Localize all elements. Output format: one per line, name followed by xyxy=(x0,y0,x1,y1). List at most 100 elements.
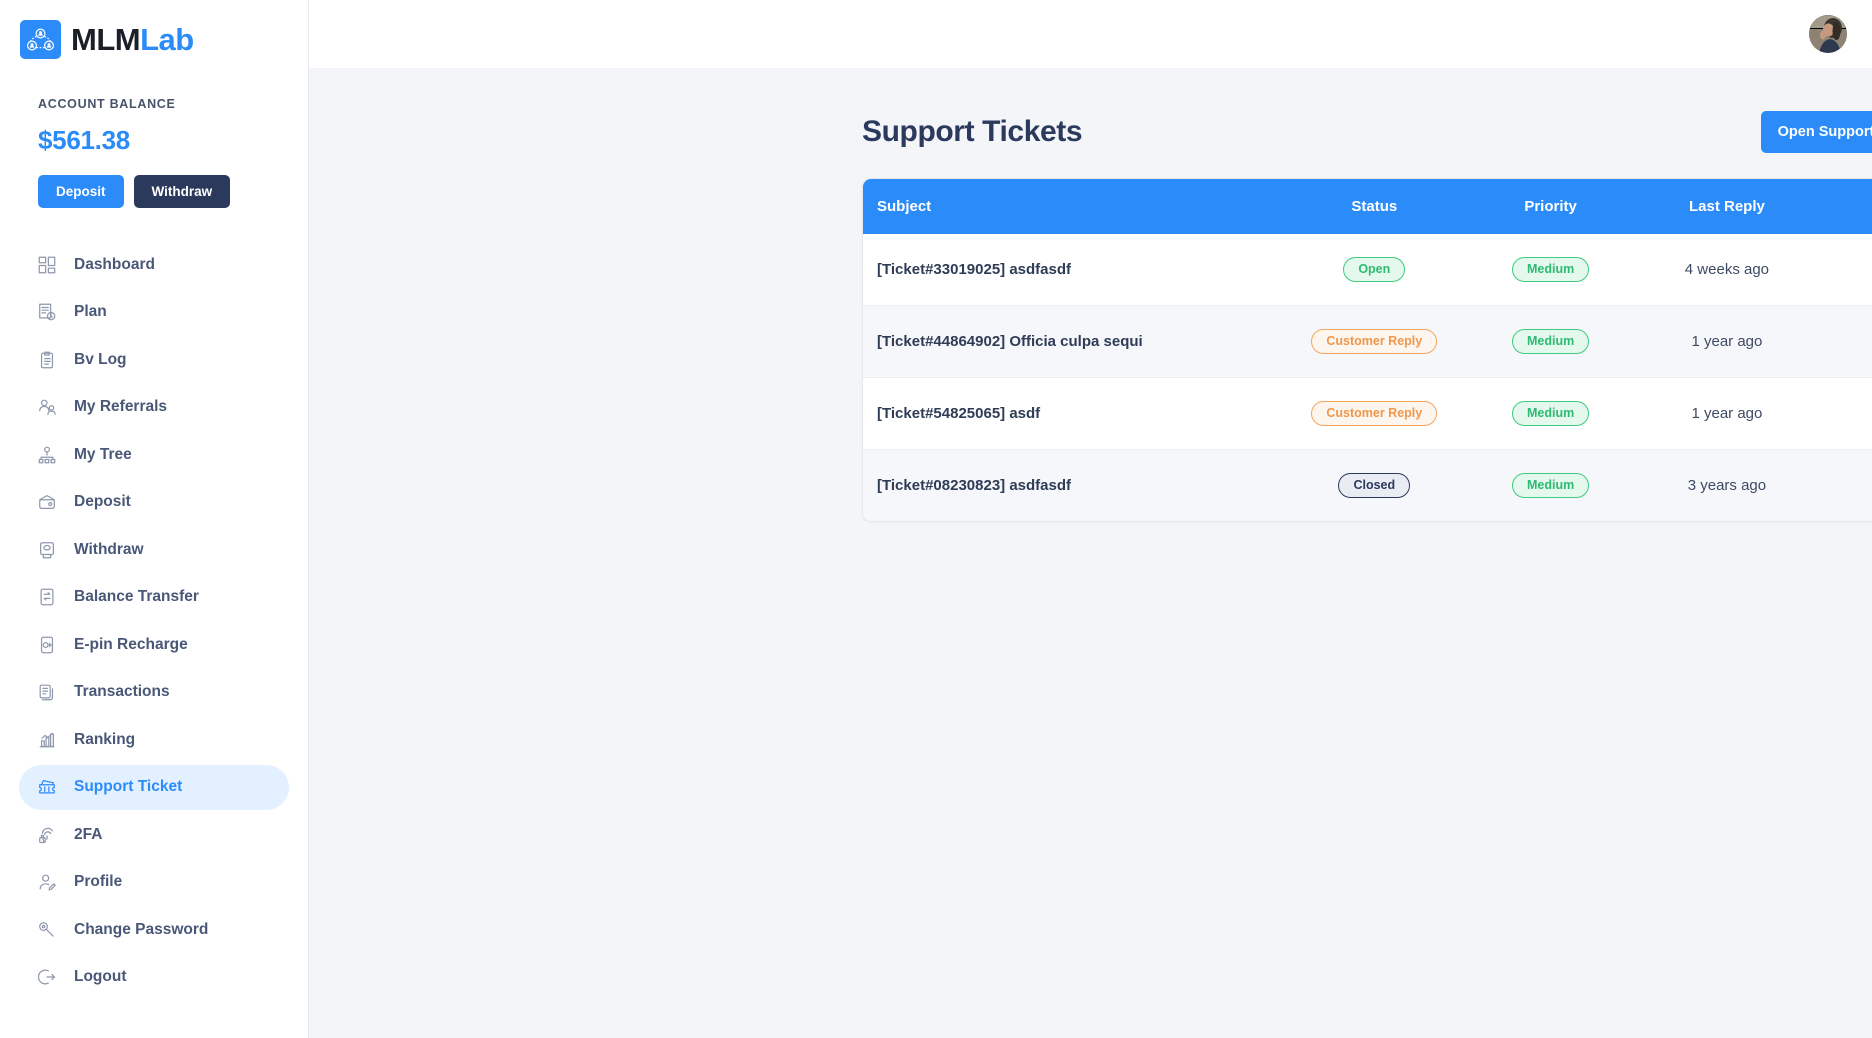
column-header-status: Status xyxy=(1351,198,1398,215)
clipboard-icon xyxy=(36,349,57,370)
column-header-action: Action xyxy=(1815,179,1872,234)
cell-action xyxy=(1815,377,1872,450)
table-head: Subject Status Priority Last Reply Actio… xyxy=(863,179,1872,234)
brand-wordmark: MLMLab xyxy=(71,24,194,55)
cell-action xyxy=(1815,234,1872,306)
epin-card-icon xyxy=(36,634,57,655)
cell-last-reply: 1 year ago xyxy=(1638,305,1816,378)
user-avatar-photo[interactable] xyxy=(1809,15,1847,53)
brand-logo[interactable]: MLMLab xyxy=(0,0,308,59)
sidebar-item-label: Balance Transfer xyxy=(74,588,199,605)
cell-subject: [Ticket#44864902] Officia culpa sequi xyxy=(863,305,1287,378)
sidebar-item-dashboard[interactable]: Dashboard xyxy=(19,242,289,287)
page-title: Support Tickets xyxy=(862,115,1083,148)
sidebar-item-e-pin-recharge[interactable]: E-pin Recharge xyxy=(19,622,289,667)
sidebar-item-plan[interactable]: Plan xyxy=(19,290,289,335)
sidebar-item-label: Change Password xyxy=(74,920,209,938)
fingerprint-lock-icon xyxy=(36,824,57,845)
sidebar-item-my-referrals[interactable]: My Referrals xyxy=(19,385,289,430)
sidebar-item-change-password[interactable]: Change Password xyxy=(19,907,289,952)
cell-last-reply: 1 year ago xyxy=(1638,377,1816,450)
sidebar-item-label: Logout xyxy=(74,968,127,985)
sidebar-item-label: My Tree xyxy=(74,445,132,463)
sidebar-item-deposit[interactable]: Deposit xyxy=(19,480,289,525)
transfer-icon xyxy=(36,587,57,608)
withdraw-button[interactable]: Withdraw xyxy=(133,175,231,208)
account-balance-block: ACCOUNT BALANCE $561.38 Deposit Withdraw xyxy=(0,59,308,208)
cell-priority: Medium xyxy=(1462,449,1639,521)
sidebar-item-label: 2FA xyxy=(74,825,103,843)
sidebar-item-2fa[interactable]: 2FA xyxy=(19,812,289,857)
table-row: [Ticket#54825065] asdf Customer Reply Medi… xyxy=(863,377,1872,450)
priority-badge: Medium xyxy=(1511,328,1590,355)
cell-last-reply: 4 weeks ago xyxy=(1684,261,1770,278)
deposit-button[interactable]: Deposit xyxy=(38,175,124,208)
cell-priority: Medium xyxy=(1462,305,1639,378)
content-area: Support Tickets Open Support Ticket Subj… xyxy=(309,68,1872,1038)
user-edit-icon xyxy=(36,872,57,893)
brand-name-dark: MLM xyxy=(71,22,141,57)
column-header-last-reply: Last Reply xyxy=(1688,198,1765,215)
account-balance-amount: $561.38 xyxy=(38,125,130,155)
sidebar-item-bv-log[interactable]: Bv Log xyxy=(19,337,289,382)
status-badge: Customer Reply xyxy=(1311,328,1438,355)
cell-subject: [Ticket#54825065] asdf xyxy=(863,377,1287,450)
status-badge: Customer Reply xyxy=(1311,400,1438,427)
cell-status: Customer Reply xyxy=(1286,305,1463,378)
sidebar-item-label: E-pin Recharge xyxy=(74,635,188,653)
tree-hierarchy-icon xyxy=(36,444,57,465)
sidebar-item-label: Plan xyxy=(74,303,107,320)
users-group-icon xyxy=(36,397,57,418)
table-body: [Ticket#33019025] asdfasdf Open Medium 4 we… xyxy=(863,234,1872,521)
top-bar xyxy=(309,0,1872,68)
sidebar-item-label: Transactions xyxy=(74,683,170,700)
column-header-subject: Subject xyxy=(877,198,932,215)
sidebar-item-ranking[interactable]: Ranking xyxy=(19,717,289,762)
priority-badge: Medium xyxy=(1511,400,1590,427)
sidebar-item-logout[interactable]: Logout xyxy=(19,955,289,1000)
table-header-row: Subject Status Priority Last Reply Actio… xyxy=(863,179,1872,234)
cell-action xyxy=(1815,449,1872,521)
status-badge: Closed xyxy=(1338,472,1411,499)
sidebar-item-profile[interactable]: Profile xyxy=(19,860,289,905)
sidebar-item-label: Withdraw xyxy=(74,540,144,558)
table-row: [Ticket#44864902] Officia culpa sequi Cus… xyxy=(863,305,1872,378)
support-tickets-table: Subject Status Priority Last Reply Actio… xyxy=(863,179,1872,521)
status-badge: Open xyxy=(1343,256,1406,283)
sidebar-item-balance-transfer[interactable]: Balance Transfer xyxy=(19,575,289,620)
plan-list-icon xyxy=(36,302,57,323)
sidebar-item-label: Dashboard xyxy=(74,255,155,273)
sidebar-item-my-tree[interactable]: My Tree xyxy=(19,432,289,477)
grid-icon xyxy=(36,254,57,275)
cell-action xyxy=(1815,305,1872,378)
balance-actions: Deposit Withdraw xyxy=(38,175,308,208)
cell-subject: [Ticket#08230823] asdfasdf xyxy=(863,449,1287,521)
main-area: Support Tickets Open Support Ticket Subj… xyxy=(309,0,1872,1038)
cell-last-reply: 3 years ago xyxy=(1638,449,1816,521)
cell-status: Customer Reply xyxy=(1286,377,1463,450)
sidebar: MLMLab ACCOUNT BALANCE $561.38 Deposit W… xyxy=(0,0,309,1038)
sidebar-item-transactions[interactable]: Transactions xyxy=(19,670,289,715)
sidebar-item-label: Bv Log xyxy=(74,350,127,368)
open-support-ticket-button[interactable]: Open Support Ticket xyxy=(1760,111,1872,153)
column-header-priority: Priority xyxy=(1524,198,1577,215)
cell-priority: Medium xyxy=(1462,377,1639,450)
cell-status: Open xyxy=(1286,234,1462,306)
sidebar-item-label: Profile xyxy=(74,873,123,890)
bar-chart-icon xyxy=(36,729,57,750)
cell-priority: Medium xyxy=(1462,234,1638,306)
table-row: [Ticket#33019025] asdfasdf Open Medium 4 we… xyxy=(863,234,1872,306)
sidebar-item-support-ticket[interactable]: Support Ticket xyxy=(19,764,289,810)
sidebar-item-label: Deposit xyxy=(74,493,131,510)
wallet-icon xyxy=(36,492,57,513)
ticket-icon xyxy=(36,777,57,798)
sidebar-item-label: Ranking xyxy=(74,730,136,748)
priority-badge: Medium xyxy=(1511,472,1590,499)
logout-icon xyxy=(36,967,57,988)
page-header: Support Tickets Open Support Ticket xyxy=(862,111,1872,153)
sidebar-item-label: Support Ticket xyxy=(74,778,183,795)
cell-subject: [Ticket#33019025] asdfasdf xyxy=(877,261,1072,278)
transactions-icon xyxy=(36,682,57,703)
table-row: [Ticket#08230823] asdfasdf Closed Medium 3 … xyxy=(863,449,1872,521)
sidebar-item-withdraw[interactable]: Withdraw xyxy=(19,527,289,572)
